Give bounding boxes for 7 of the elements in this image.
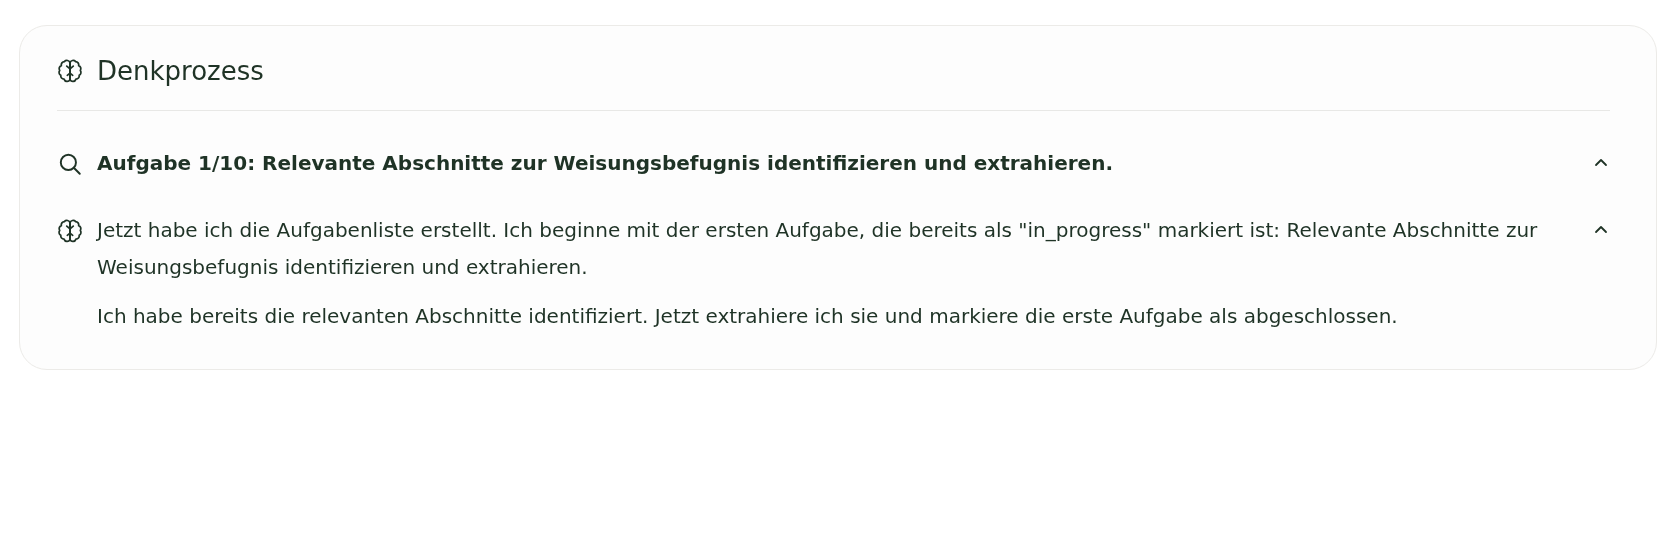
panel-title: Denkprozess [97,56,264,86]
step-text: Aufgabe 1/10: Relevante Abschnitte zur Weisungsbefugnis identifizieren und extrahieren. [97,150,1114,177]
step-text: Ich habe bereits die relevanten Abschnitte identifiziert. Jetzt extrahiere ich sie und markiere die erste Aufgabe als abgeschlossen. [97,303,1399,330]
search-icon [57,151,83,177]
brain-icon [57,58,83,84]
brain-icon [57,218,83,244]
step-text: Jetzt habe ich die Aufgabenliste erstellt. Ich beginne mit der ersten Aufgabe, die bereits als "in_progress" markiert ist: Relevante Abschnitte zur Weisungsbefugnis identifizieren und extrahieren. [97,217,1539,281]
